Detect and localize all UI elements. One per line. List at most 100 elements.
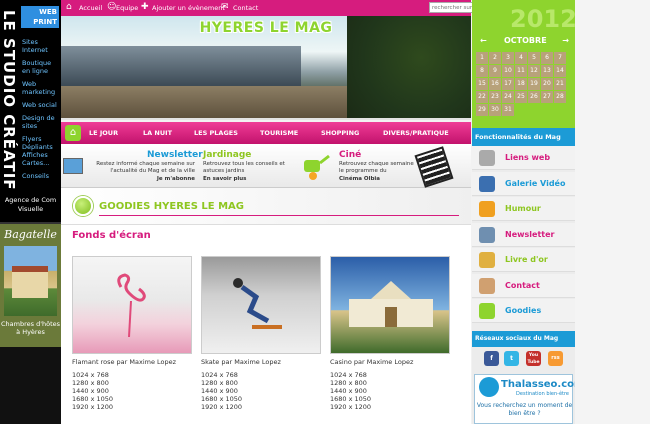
calendar-day[interactable]: 7 <box>554 52 566 64</box>
calendar-day[interactable]: 21 <box>554 78 566 90</box>
calendar-day[interactable]: 4 <box>515 52 527 64</box>
add-event-icon[interactable]: ✚ <box>141 1 149 13</box>
thalasseo-ad[interactable]: Thalasseo.com Destination bien-être Vous… <box>474 374 584 424</box>
resolution-link[interactable]: 1280 x 800 <box>330 379 450 387</box>
feature-menu-item[interactable]: Contact <box>472 273 575 298</box>
feature-menu-item[interactable]: Galerie Vidéo <box>472 171 575 196</box>
rss-icon[interactable]: rss <box>548 351 563 366</box>
studio-creatif-logo: LE STUDIO CRÉATIF <box>0 10 20 202</box>
resolution-link[interactable]: 1280 x 800 <box>201 379 321 387</box>
resolution-link[interactable]: 1920 x 1200 <box>72 403 192 411</box>
calendar-day[interactable]: 23 <box>489 91 501 103</box>
feature-menu-item[interactable]: Liens web <box>472 146 575 170</box>
calendar-day[interactable]: 3 <box>502 52 514 64</box>
twitter-icon[interactable]: t <box>504 351 519 366</box>
calendar-day[interactable]: 12 <box>528 65 540 77</box>
jardinage-feature[interactable]: Jardinage Retrouvez tous les conseils et… <box>199 146 333 186</box>
calendar-day[interactable]: 13 <box>541 65 553 77</box>
calendar-day[interactable]: 9 <box>489 65 501 77</box>
left-menu-item[interactable]: Web social <box>22 101 61 109</box>
calendar-prev-button[interactable]: ← <box>480 36 487 45</box>
calendar-day[interactable]: 20 <box>541 78 553 90</box>
feature-menu-item[interactable]: Goodies <box>472 299 575 323</box>
calendar-day[interactable]: 18 <box>515 78 527 90</box>
left-menu-item[interactable]: Sites Internet <box>22 38 61 54</box>
feature-menu-item[interactable]: Newsletter <box>472 222 575 247</box>
feature-menu-item[interactable]: Livre d'or <box>472 248 575 272</box>
equipe-link[interactable]: Equipe <box>116 3 138 13</box>
agence-label: Agence de Com Visuelle <box>4 196 57 213</box>
resolution-link[interactable]: 1920 x 1200 <box>201 403 321 411</box>
resolution-link[interactable]: 1024 x 768 <box>72 371 192 379</box>
casino-thumbnail[interactable] <box>330 256 450 354</box>
resolution-link[interactable]: 1440 x 900 <box>72 387 192 395</box>
resolution-link[interactable]: 1680 x 1050 <box>330 395 450 403</box>
calendar-day[interactable]: 22 <box>476 91 488 103</box>
accueil-link[interactable]: Accueil <box>79 3 102 13</box>
banner-sea <box>61 46 301 86</box>
calendar-day[interactable]: 27 <box>541 91 553 103</box>
resolution-link[interactable]: 1920 x 1200 <box>330 403 450 411</box>
calendar-day[interactable]: 2 <box>489 52 501 64</box>
team-icon[interactable]: ☺ <box>107 1 116 13</box>
webprint-badge: WEB PRINT <box>21 6 59 28</box>
left-menu-item[interactable]: Design de sites <box>22 114 61 130</box>
nav-les-plages[interactable]: LES PLAGES <box>194 122 238 144</box>
calendar-day[interactable]: 15 <box>476 78 488 90</box>
site-logo-title[interactable]: HYERES LE MAG <box>191 20 341 36</box>
cine-olbia-link[interactable]: Cinéma Olbia <box>339 176 417 183</box>
home-button[interactable]: ⌂ <box>65 125 81 141</box>
calendar-day[interactable]: 17 <box>502 78 514 90</box>
calendar-day[interactable]: 1 <box>476 52 488 64</box>
studio-creatif-ad[interactable]: LE STUDIO CRÉATIF WEB PRINT Sites Intern… <box>0 0 61 222</box>
resolution-link[interactable]: 1440 x 900 <box>330 387 450 395</box>
resolution-link[interactable]: 1024 x 768 <box>330 371 450 379</box>
resolution-link[interactable]: 1680 x 1050 <box>72 395 192 403</box>
resolution-link[interactable]: 1440 x 900 <box>201 387 321 395</box>
calendar-day[interactable]: 10 <box>502 65 514 77</box>
calendar-day[interactable]: 25 <box>515 91 527 103</box>
nav-le-jour[interactable]: LE JOUR <box>89 122 118 144</box>
contact-link[interactable]: Contact <box>233 3 258 13</box>
feature-menu-item[interactable]: Humour <box>472 197 575 221</box>
flamant-rose-thumbnail[interactable] <box>72 256 192 354</box>
nav-divers-pratique[interactable]: DIVERS/PRATIQUE <box>383 122 449 144</box>
skate-thumbnail[interactable] <box>201 256 321 354</box>
facebook-icon[interactable]: f <box>484 351 499 366</box>
calendar-day[interactable]: 28 <box>554 91 566 103</box>
resolution-link[interactable]: 1280 x 800 <box>72 379 192 387</box>
calendar-day[interactable]: 19 <box>528 78 540 90</box>
calendar-next-button[interactable]: → <box>562 36 569 45</box>
home-icon[interactable]: ⌂ <box>66 1 72 13</box>
nav-la-nuit[interactable]: LA NUIT <box>143 122 172 144</box>
resolution-link[interactable]: 1680 x 1050 <box>201 395 321 403</box>
calendar-day[interactable]: 6 <box>541 52 553 64</box>
calendar-day[interactable]: 5 <box>528 52 540 64</box>
calendar-day[interactable]: 24 <box>502 91 514 103</box>
left-menu-item[interactable]: Boutique en ligne <box>22 59 61 75</box>
youtube-icon[interactable]: You Tube <box>526 351 541 366</box>
mail-icon[interactable]: ✉ <box>221 1 229 13</box>
calendar-day[interactable]: 30 <box>489 104 501 116</box>
calendar-day[interactable]: 16 <box>489 78 501 90</box>
calendar-day[interactable]: 31 <box>502 104 514 116</box>
calendar-day[interactable]: 11 <box>515 65 527 77</box>
newsletter-subscribe-link[interactable]: Je m'abonne <box>87 176 195 183</box>
feature-band: Newsletter Restez informé chaque semaine… <box>61 144 471 188</box>
calendar-day[interactable]: 29 <box>476 104 488 116</box>
wallpaper-card: Skate par Maxime Lopez 1024 x 768 1280 x… <box>201 256 321 411</box>
left-menu-item[interactable]: Flyers Dépliants Affiches Cartes... <box>22 135 61 167</box>
add-event-link[interactable]: Ajouter un évènement <box>152 3 225 13</box>
cine-feature[interactable]: Ciné Retrouvez chaque semaine le program… <box>335 146 471 188</box>
resolution-link[interactable]: 1024 x 768 <box>201 371 321 379</box>
left-menu-item[interactable]: Conseils <box>22 172 61 180</box>
nav-shopping[interactable]: SHOPPING <box>321 122 359 144</box>
calendar-day[interactable]: 26 <box>528 91 540 103</box>
calendar-day[interactable]: 8 <box>476 65 488 77</box>
left-menu-item[interactable]: Web marketing <box>22 80 61 96</box>
nav-tourisme[interactable]: TOURISME <box>260 122 298 144</box>
bagatelle-ad[interactable]: Bagatelle Chambres d'hôtes à Hyères <box>0 222 61 347</box>
calendar-day[interactable]: 14 <box>554 65 566 77</box>
jardinage-more-link[interactable]: En savoir plus <box>203 176 293 183</box>
newsletter-feature[interactable]: Newsletter Restez informé chaque semaine… <box>61 146 203 186</box>
